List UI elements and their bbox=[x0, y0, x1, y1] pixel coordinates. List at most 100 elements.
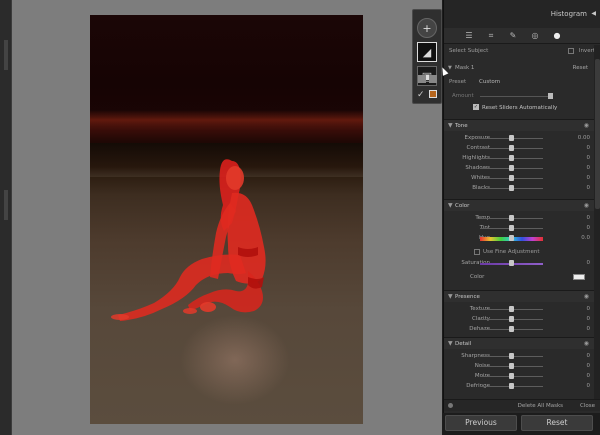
blacks-thumb[interactable] bbox=[509, 185, 514, 191]
contrast-thumb[interactable] bbox=[509, 145, 514, 151]
hue-thumb[interactable] bbox=[509, 235, 514, 241]
highlights-slider[interactable]: Highlights 0 bbox=[444, 154, 594, 163]
sharpness-thumb[interactable] bbox=[509, 353, 514, 359]
collapse-triangle-icon[interactable]: ▼ bbox=[448, 340, 453, 347]
sharpness-value: 0 bbox=[586, 353, 591, 359]
lightroom-develop-window: + ◢ ▣ ✓ Histogram ◀ ☰ ⌗ ✎ ◎ ● Select Sub… bbox=[0, 0, 600, 435]
noise-value: 0 bbox=[586, 363, 591, 369]
tool-strip: ☰ ⌗ ✎ ◎ ● bbox=[444, 28, 600, 44]
mask-1-thumbnail[interactable]: ◢ bbox=[417, 42, 437, 62]
shadows-slider[interactable]: Shadows 0 bbox=[444, 164, 594, 173]
clarity-slider[interactable]: Clarity0 bbox=[444, 315, 594, 324]
temp-value: 0 bbox=[586, 215, 591, 221]
select-subject-button[interactable]: Select Subject bbox=[449, 48, 488, 54]
mask-options-icon[interactable] bbox=[448, 403, 453, 408]
preset-label: Preset bbox=[449, 79, 467, 85]
masking-icon[interactable]: ● bbox=[552, 31, 562, 41]
amount-track[interactable] bbox=[480, 96, 553, 97]
collapse-triangle-icon[interactable]: ▼ bbox=[448, 202, 453, 209]
dehaze-slider[interactable]: Dehaze0 bbox=[444, 325, 594, 334]
whites-slider[interactable]: Whites0 bbox=[444, 174, 594, 183]
moire-slider[interactable]: Moire0 bbox=[444, 372, 594, 381]
temp-thumb[interactable] bbox=[509, 215, 514, 221]
blacks-value: 0 bbox=[586, 185, 591, 191]
collapse-triangle-icon[interactable]: ▼ bbox=[448, 122, 453, 129]
sharpness-slider[interactable]: Sharpness 0 bbox=[444, 352, 594, 361]
eye-icon[interactable]: ◉ bbox=[584, 340, 589, 347]
exposure-slider[interactable]: Exposure 0.00 bbox=[444, 134, 594, 143]
fine-adjustment-checkbox[interactable] bbox=[474, 249, 480, 255]
blacks-slider[interactable]: Blacks0 bbox=[444, 184, 594, 193]
dehaze-value: 0 bbox=[586, 326, 591, 332]
whites-thumb[interactable] bbox=[509, 175, 514, 181]
tint-slider[interactable]: Tint0 bbox=[444, 224, 594, 233]
show-overlay-check-icon[interactable]: ✓ bbox=[417, 90, 425, 100]
tone-section-header[interactable]: ▼ Tone ◉ bbox=[444, 119, 594, 131]
edit-sliders-icon[interactable]: ☰ bbox=[464, 31, 474, 41]
color-sliders: Hue 0.0 Use Fine Adjustment Saturation 0… bbox=[444, 212, 594, 287]
reset-button[interactable]: Reset bbox=[521, 415, 593, 431]
image-canvas[interactable] bbox=[12, 0, 442, 435]
heal-icon[interactable]: ✎ bbox=[508, 31, 518, 41]
texture-slider[interactable]: Texture0 bbox=[444, 305, 594, 314]
left-panel-handle[interactable] bbox=[4, 190, 8, 220]
eye-icon[interactable]: ◉ bbox=[584, 293, 589, 300]
moire-thumb[interactable] bbox=[509, 373, 514, 379]
highlights-thumb[interactable] bbox=[509, 155, 514, 161]
presence-sliders: Texture0Clarity0Dehaze0 bbox=[444, 303, 594, 333]
subject-foot bbox=[111, 314, 129, 320]
collapse-triangle-icon[interactable]: ◀ bbox=[591, 10, 596, 17]
defringe-slider[interactable]: Defringe 0 bbox=[444, 382, 594, 391]
color-swatch-row: Color bbox=[444, 272, 594, 282]
left-panel-handle[interactable] bbox=[4, 40, 8, 70]
previous-button[interactable]: Previous bbox=[445, 415, 517, 431]
amount-thumb[interactable] bbox=[548, 93, 553, 99]
fine-adjustment-label: Use Fine Adjustment bbox=[483, 249, 540, 255]
overlay-color-icon[interactable] bbox=[429, 90, 437, 98]
delete-all-masks-button[interactable]: Delete All Masks bbox=[518, 403, 563, 409]
preset-dropdown[interactable]: Custom bbox=[479, 79, 500, 85]
photo-preview[interactable] bbox=[90, 15, 363, 424]
add-mask-button[interactable]: + bbox=[417, 18, 437, 38]
mask-name[interactable]: Mask 1 bbox=[455, 65, 474, 71]
saturation-slider[interactable]: Saturation 0 bbox=[444, 259, 594, 268]
texture-thumb[interactable] bbox=[509, 306, 514, 312]
eye-icon[interactable]: ◉ bbox=[584, 122, 589, 129]
whites-value: 0 bbox=[586, 175, 591, 181]
panel-scrollbar[interactable] bbox=[594, 45, 600, 400]
close-masks-button[interactable]: Close bbox=[580, 403, 595, 409]
panel-scroll-thumb[interactable] bbox=[595, 59, 600, 209]
red-eye-icon[interactable]: ◎ bbox=[530, 31, 540, 41]
invert-checkbox[interactable] bbox=[568, 48, 574, 54]
shadows-thumb[interactable] bbox=[509, 165, 514, 171]
crop-icon[interactable]: ⌗ bbox=[486, 31, 496, 41]
clarity-thumb[interactable] bbox=[509, 316, 514, 322]
tint-thumb[interactable] bbox=[509, 225, 514, 231]
eye-icon[interactable]: ◉ bbox=[584, 202, 589, 209]
reset-sliders-label: Reset Sliders Automatically bbox=[482, 105, 558, 111]
collapse-triangle-icon[interactable]: ▼ bbox=[448, 65, 452, 71]
hue-slider[interactable]: Hue 0.0 bbox=[444, 234, 594, 243]
mask-reset-link[interactable]: Reset bbox=[573, 65, 588, 71]
noise-thumb[interactable] bbox=[509, 363, 514, 369]
reset-sliders-checkbox[interactable]: ✓ bbox=[473, 104, 479, 110]
dehaze-thumb[interactable] bbox=[509, 326, 514, 332]
contrast-slider[interactable]: Contrast 0 bbox=[444, 144, 594, 153]
defringe-thumb[interactable] bbox=[509, 383, 514, 389]
noise-slider[interactable]: Noise0 bbox=[444, 362, 594, 371]
exposure-thumb[interactable] bbox=[509, 135, 514, 141]
collapse-triangle-icon[interactable]: ▼ bbox=[448, 293, 453, 300]
mask-option-swatch[interactable] bbox=[429, 75, 437, 83]
histogram-header[interactable]: Histogram ◀ bbox=[444, 0, 600, 28]
mask-option-swatch[interactable] bbox=[418, 75, 426, 83]
presence-section-header[interactable]: ▼ Presence ◉ bbox=[444, 290, 594, 302]
detail-section-header[interactable]: ▼ Detail ◉ bbox=[444, 337, 594, 349]
saturation-thumb[interactable] bbox=[509, 260, 514, 266]
temp-slider[interactable]: Temp0 bbox=[444, 214, 594, 223]
color-swatch[interactable] bbox=[573, 274, 585, 280]
amount-slider[interactable]: Amount bbox=[444, 92, 594, 101]
clarity-value: 0 bbox=[586, 316, 591, 322]
color-section-header[interactable]: ▼ Color ◉ bbox=[444, 199, 594, 211]
subject-head bbox=[226, 166, 244, 190]
saturation-value: 0 bbox=[586, 260, 591, 266]
